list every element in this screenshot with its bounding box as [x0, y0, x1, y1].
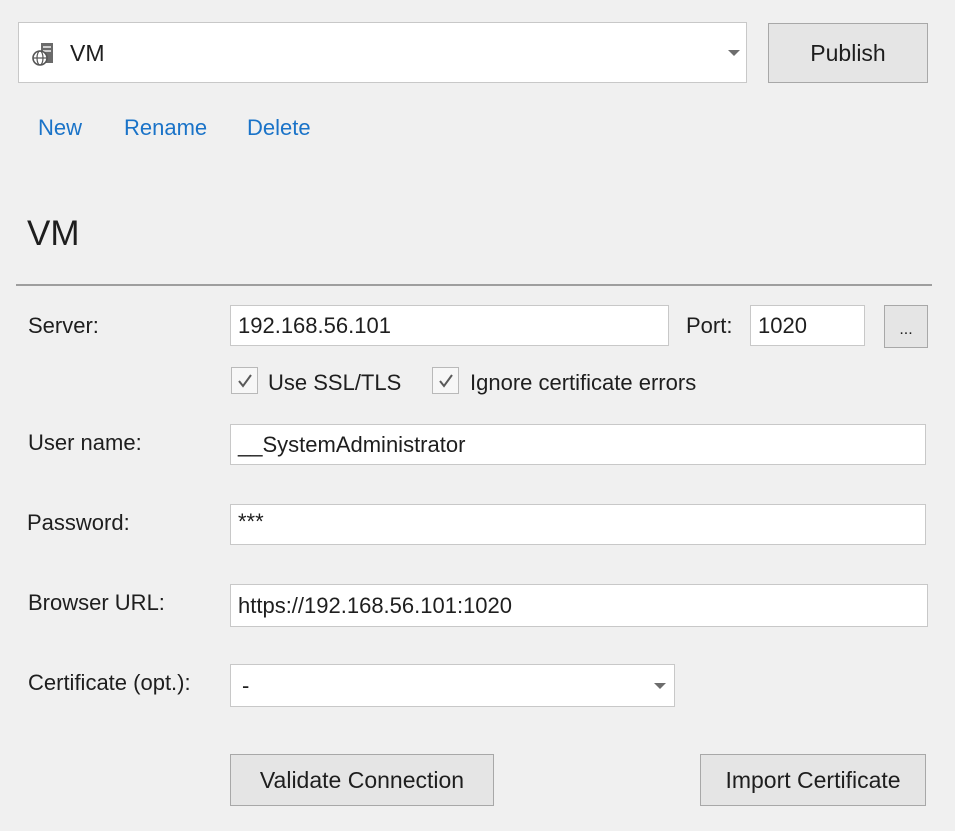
ignore-cert-checkbox[interactable]	[432, 367, 459, 394]
section-divider	[16, 284, 932, 286]
checkmark-icon	[438, 373, 453, 388]
chevron-down-icon[interactable]	[654, 683, 666, 689]
password-input[interactable]: ***	[230, 504, 926, 545]
username-input[interactable]: __SystemAdministrator	[230, 424, 926, 465]
username-label: User name:	[28, 430, 142, 455]
new-link[interactable]: New	[38, 115, 82, 141]
certificate-selected-value: -	[242, 672, 250, 698]
profile-dropdown[interactable]: VM	[18, 22, 747, 83]
validate-connection-button[interactable]: Validate Connection	[230, 754, 494, 806]
browser-url-input[interactable]: https://192.168.56.101:1020	[230, 584, 928, 627]
server-label: Server:	[28, 313, 99, 338]
section-title: VM	[27, 214, 80, 253]
ignore-cert-checkbox-label[interactable]: Ignore certificate errors	[470, 370, 696, 396]
port-input[interactable]: 1020	[750, 305, 865, 346]
publish-button[interactable]: Publish	[768, 23, 928, 83]
ssl-checkbox[interactable]	[231, 367, 258, 394]
checkmark-icon	[237, 373, 252, 388]
import-certificate-button[interactable]: Import Certificate	[700, 754, 926, 806]
delete-link[interactable]: Delete	[247, 115, 311, 141]
password-label: Password:	[27, 510, 130, 535]
port-label: Port:	[686, 313, 733, 338]
profile-selected-value: VM	[70, 40, 105, 66]
certificate-label: Certificate (opt.):	[28, 670, 191, 695]
certificate-dropdown[interactable]: -	[230, 664, 675, 707]
browse-button[interactable]: ...	[884, 305, 928, 348]
ssl-checkbox-label[interactable]: Use SSL/TLS	[268, 370, 401, 396]
browser-url-label: Browser URL:	[28, 590, 165, 615]
server-globe-icon	[32, 43, 53, 66]
server-input[interactable]: 192.168.56.101	[230, 305, 669, 346]
rename-link[interactable]: Rename	[124, 115, 207, 141]
chevron-down-icon[interactable]	[728, 50, 740, 56]
